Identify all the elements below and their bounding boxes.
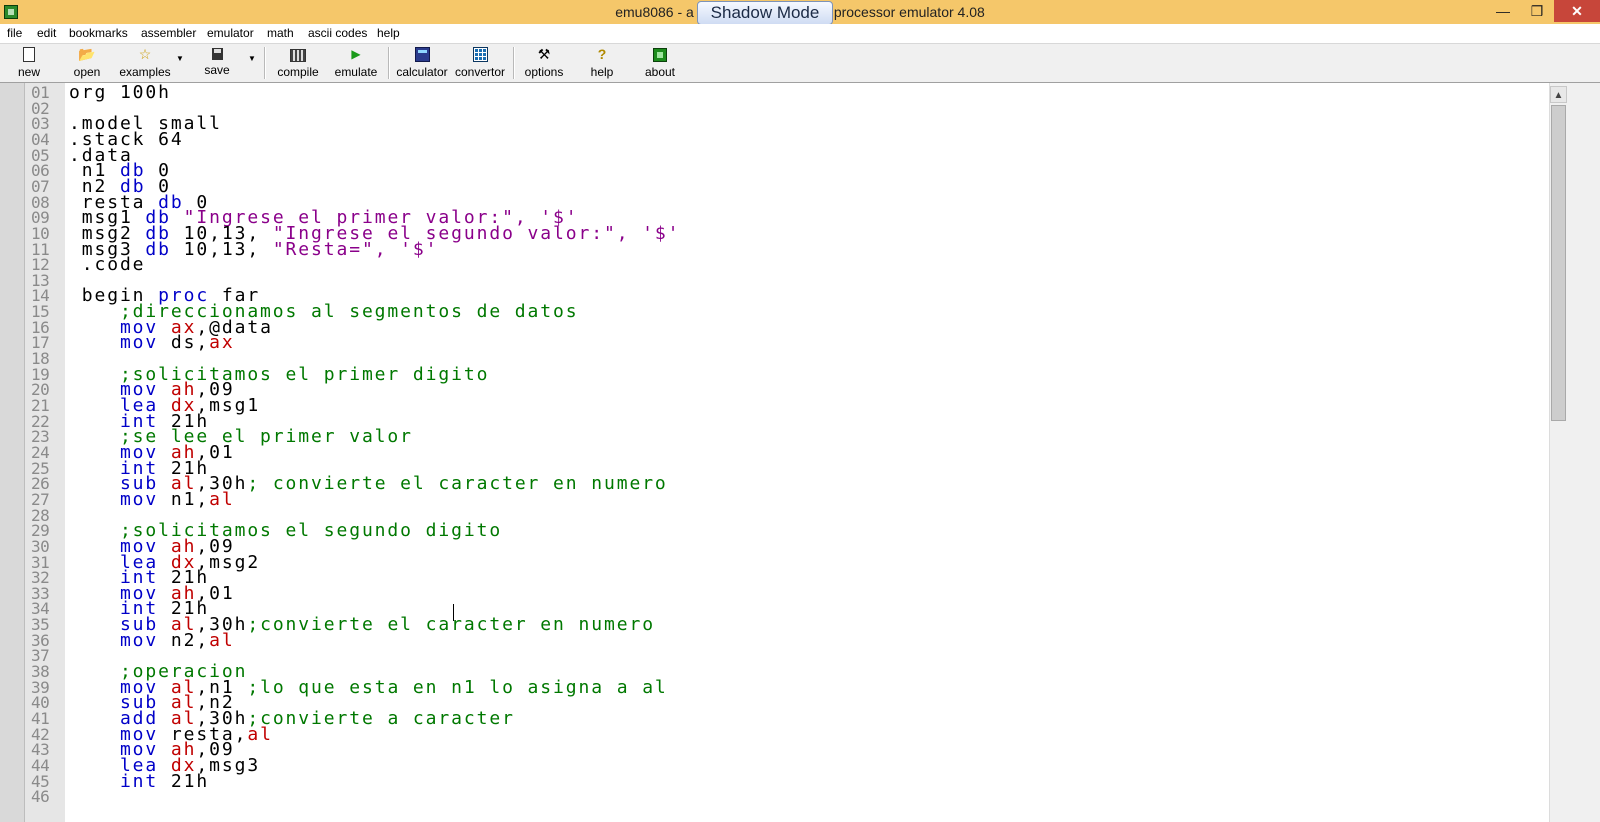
instruction-token: mov	[69, 332, 171, 353]
code-line[interactable]: 33 mov ah,01	[0, 585, 1549, 603]
instruction-token: mov	[69, 489, 171, 510]
maximize-button[interactable]: ❒	[1520, 0, 1554, 22]
code-token: org 100h	[69, 83, 171, 103]
scrollbar-thumb[interactable]	[1551, 105, 1566, 421]
menu-assembler[interactable]: assembler	[141, 26, 196, 40]
code-line[interactable]: 04 .stack 64	[0, 131, 1549, 149]
play-icon: ▶	[351, 47, 361, 61]
about-chip-icon	[653, 48, 667, 62]
code-line[interactable]: 36 mov n2,al	[0, 632, 1549, 650]
about-label: about	[644, 65, 676, 79]
code-line[interactable]: 21 lea dx,msg1	[0, 397, 1549, 415]
code-line[interactable]: 46	[0, 789, 1549, 805]
save-dropdown-icon[interactable]: ▼	[248, 54, 256, 63]
code-text: mov n2,al	[69, 632, 235, 650]
shadow-mode-badge[interactable]: Shadow Mode	[697, 1, 833, 25]
comment-token: ;convierte a caracter	[247, 708, 515, 729]
code-line[interactable]: 06 n1 db 0	[0, 162, 1549, 180]
code-token: .code	[69, 254, 146, 275]
minimize-button[interactable]: —	[1486, 0, 1520, 22]
convertor-label: convertor	[454, 65, 506, 79]
title-bar: emu8086 - a processor emulator 4.08 Shado…	[0, 0, 1600, 25]
code-line[interactable]: 31 lea dx,msg2	[0, 554, 1549, 572]
help-icon: ?	[597, 46, 607, 62]
menu-math[interactable]: math	[267, 26, 294, 40]
code-text: .code	[69, 254, 146, 275]
register-token: ax	[209, 332, 235, 353]
toolbar-separator	[388, 47, 390, 79]
convertor-icon	[472, 47, 488, 62]
menu-bookmarks[interactable]: bookmarks	[69, 26, 128, 40]
toolbar: new 📂 open ☆ examples ▼ save ▼ compile ▶…	[0, 44, 1600, 83]
save-label: save	[204, 63, 230, 77]
menu-ascii-codes[interactable]: ascii codes	[308, 26, 367, 40]
code-line[interactable]: 03 .model small	[0, 115, 1549, 133]
close-button[interactable]: ✕	[1554, 0, 1600, 22]
register-token: al	[209, 489, 235, 510]
new-button[interactable]: new	[10, 46, 48, 80]
compile-button[interactable]: compile	[274, 46, 322, 80]
save-button[interactable]: save	[198, 46, 236, 80]
options-button[interactable]: ⚒ options	[521, 46, 567, 80]
line-number: 46	[31, 787, 50, 806]
folder-open-icon: 📂	[78, 46, 96, 62]
code-line[interactable]: 27 mov n1,al	[0, 489, 1549, 510]
compile-icon	[290, 49, 306, 62]
star-icon: ☆	[138, 46, 152, 62]
code-text: mov ds,ax	[69, 332, 235, 353]
menu-file[interactable]: file	[7, 26, 22, 40]
help-button[interactable]: ? help	[585, 46, 619, 80]
tools-icon: ⚒	[537, 46, 551, 62]
options-label: options	[524, 65, 564, 79]
code-editor[interactable]: 01 org 100h 02 03 .model small 04 .stack 64 05.…	[0, 83, 1549, 822]
emulate-label: emulate	[334, 65, 378, 79]
code-line[interactable]: 24 mov ah,01	[0, 444, 1549, 462]
code-text: int 21h	[69, 773, 209, 791]
compile-label: compile	[277, 65, 319, 79]
open-label: open	[73, 65, 101, 79]
window-title-left: emu8086 - a	[615, 4, 694, 20]
code-text: mov n1,al	[69, 489, 235, 510]
code-line[interactable]: 02	[0, 101, 1549, 117]
code-line[interactable]: 05 .data	[0, 147, 1549, 165]
examples-dropdown-icon[interactable]: ▼	[176, 54, 184, 63]
window-edge	[1567, 83, 1600, 822]
code-token: ds,	[170, 332, 210, 353]
vertical-scrollbar[interactable]: ▲	[1549, 83, 1567, 822]
new-file-icon	[23, 47, 35, 62]
calculator-label: calculator	[396, 65, 448, 79]
menu-help[interactable]: help	[377, 26, 400, 40]
text-cursor	[453, 604, 454, 621]
menu-bar: file edit bookmarks assembler emulator m…	[0, 24, 1600, 44]
comment-token: ;convierte el caracter en numero	[247, 614, 655, 635]
calculator-button[interactable]: calculator	[394, 46, 450, 80]
comment-token: ; convierte el caracter en numero	[247, 473, 668, 494]
window-title-right: processor emulator 4.08	[833, 4, 985, 20]
emulate-button[interactable]: ▶ emulate	[331, 46, 381, 80]
open-button[interactable]: 📂 open	[66, 46, 108, 80]
menu-edit[interactable]: edit	[37, 26, 56, 40]
code-text: org 100h	[69, 83, 171, 103]
floppy-disk-icon	[211, 48, 223, 60]
code-line[interactable]: 45 int 21h	[0, 773, 1549, 791]
toolbar-separator	[264, 47, 266, 79]
code-line[interactable]: 07 n2 db 0	[0, 178, 1549, 196]
convertor-button[interactable]: convertor	[452, 46, 508, 80]
scroll-up-arrow-icon[interactable]: ▲	[1550, 86, 1567, 103]
examples-button[interactable]: ☆ examples	[118, 46, 172, 80]
code-token: n1,	[170, 489, 210, 510]
about-button[interactable]: about	[641, 46, 679, 80]
code-line[interactable]: 12 .code	[0, 254, 1549, 275]
menu-emulator[interactable]: emulator	[207, 26, 254, 40]
code-line[interactable]: 17 mov ds,ax	[0, 332, 1549, 353]
calculator-icon	[414, 47, 430, 62]
code-line[interactable]: 11 msg3 db 10,13, "Resta=", '$'	[0, 241, 1549, 259]
code-line[interactable]: 44 lea dx,msg3	[0, 757, 1549, 775]
new-label: new	[17, 65, 40, 79]
examples-label: examples	[119, 65, 171, 79]
help-label: help	[590, 65, 614, 79]
toolbar-separator	[513, 47, 515, 79]
code-line[interactable]: 01 org 100h	[0, 83, 1549, 103]
